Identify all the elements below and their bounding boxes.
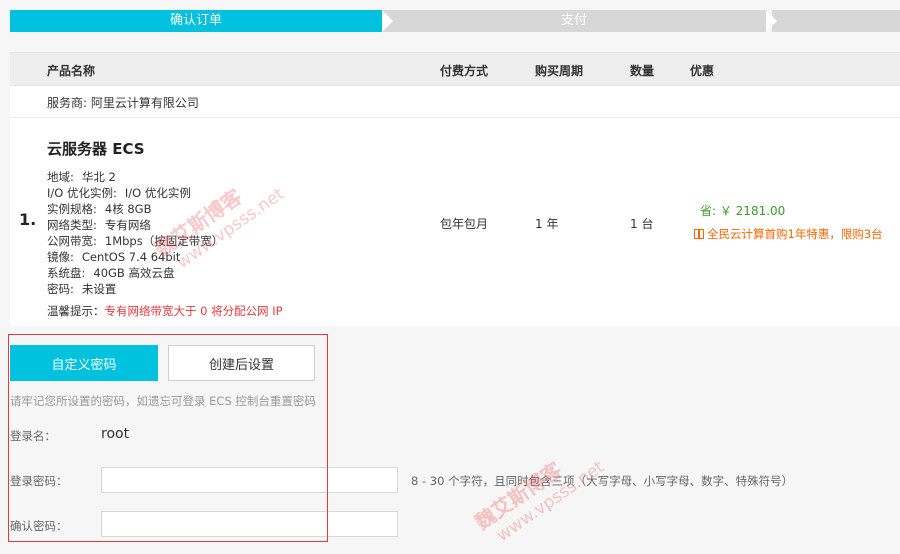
step-separator [382, 10, 393, 32]
spec-image: 镜像: CentOS 7.4 64bit [47, 250, 181, 264]
step-payment: 支付 [382, 10, 777, 32]
col-discount: 优惠 [690, 64, 715, 78]
spec-network: 网络类型: 专有网络 [47, 218, 151, 232]
gift-icon [694, 229, 704, 239]
step-separator [766, 10, 777, 32]
row-index: 1. [19, 210, 37, 229]
login-name-label: 登录名： [10, 429, 56, 443]
spec-region: 地域: 华北 2 [47, 170, 116, 184]
confirm-password-label: 确认密码： [10, 519, 68, 533]
promo-text: 全民云计算首购1年特惠，限购3台 [694, 226, 883, 242]
hint-warning: 专有网络带宽大于 0 将分配公网 IP [104, 304, 283, 318]
spec-instance-type: 实例规格: 4核 8GB [47, 202, 152, 216]
quantity: 1 台 [630, 217, 654, 231]
warm-hint: 温馨提示：专有网络带宽大于 0 将分配公网 IP [47, 304, 283, 318]
col-payment-method: 付费方式 [440, 64, 489, 78]
purchase-period: 1 年 [535, 217, 559, 231]
confirm-password-input[interactable] [101, 511, 398, 537]
spec-bandwidth: 公网带宽: 1Mbps（按固定带宽） [47, 234, 224, 248]
spec-system-disk: 系统盘: 40GB 高效云盘 [47, 266, 175, 280]
password-label: 登录密码： [10, 474, 68, 488]
password-section: 自定义密码 创建后设置 请牢记您所设置的密码，如遗忘可登录 ECS 控制台重置密… [0, 326, 900, 554]
order-steps: 确认订单 支付 [10, 10, 900, 32]
product-title: 云服务器 ECS [47, 140, 145, 158]
product-row: 云服务器 ECS 1. 地域: 华北 2 I/O 优化实例: I/O 优化实例 实例… [10, 118, 900, 326]
provider-text: 服务商: 阿里云计算有限公司 [47, 96, 199, 110]
password-rule: 8 - 30 个字符，且同时包含三项（大写字母、小写字母、数字、特殊符号） [411, 474, 794, 488]
step-final [772, 10, 900, 32]
payment-method: 包年包月 [440, 217, 489, 231]
col-quantity: 数量 [630, 64, 655, 78]
login-name-value: root [101, 426, 130, 442]
order-table-header: 产品名称 付费方式 购买周期 数量 优惠 [10, 52, 900, 86]
password-note: 请牢记您所设置的密码，如遗忘可登录 ECS 控制台重置密码 [10, 394, 316, 408]
spec-io: I/O 优化实例: I/O 优化实例 [47, 186, 191, 200]
custom-password-button[interactable]: 自定义密码 [10, 345, 158, 381]
password-input[interactable] [101, 467, 398, 493]
set-after-create-button[interactable]: 创建后设置 [168, 345, 315, 381]
step-confirm-order: 确认订单 [10, 10, 393, 32]
spec-password: 密码: 未设置 [47, 282, 117, 296]
col-purchase-period: 购买周期 [535, 64, 584, 78]
promo-label: 全民云计算首购1年特惠，限购3台 [707, 227, 883, 241]
provider-row: 服务商: 阿里云计算有限公司 [10, 86, 900, 118]
saving-amount: 省: ￥ 2181.00 [700, 204, 786, 218]
col-product-name: 产品名称 [47, 64, 96, 78]
